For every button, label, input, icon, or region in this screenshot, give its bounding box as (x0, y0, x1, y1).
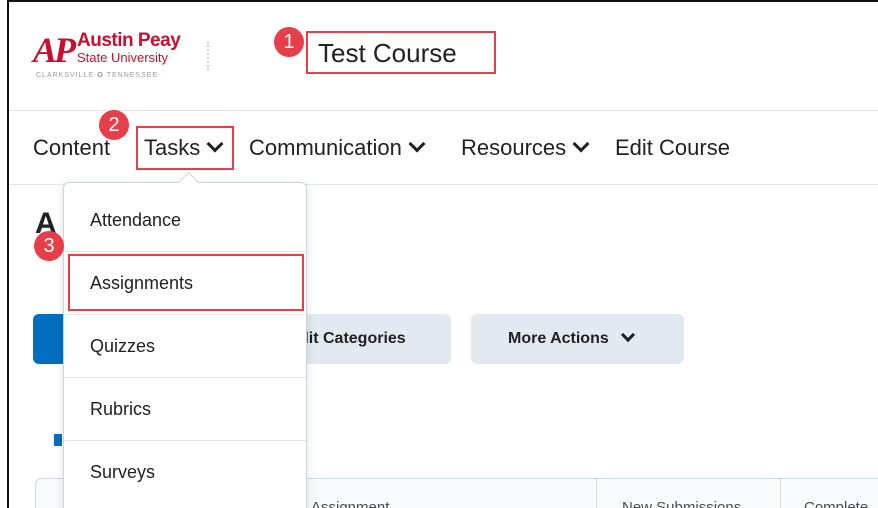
nav-resources[interactable]: Resources (461, 134, 590, 162)
step-badge-1: 1 (274, 27, 304, 57)
header-divider (207, 42, 209, 70)
nav-communication[interactable]: Communication (249, 134, 426, 162)
nav-communication-label: Communication (249, 135, 402, 160)
edit-categories-label: dit Categories (299, 330, 406, 347)
course-title[interactable]: Test Course (306, 31, 496, 74)
logo-mark: AP (33, 30, 76, 70)
chevron-down-icon (408, 135, 426, 153)
assignments-highlight (68, 254, 304, 311)
more-actions-button[interactable]: More Actions (471, 314, 684, 364)
table-header-new-submissions[interactable]: New Submissions (622, 499, 741, 508)
table-header-assignment[interactable]: Assignment (311, 499, 389, 508)
menu-item-label: Rubrics (90, 399, 152, 419)
nav-edit-course-label: Edit Course (615, 135, 730, 160)
logo-name: Austin Peay (77, 30, 181, 51)
menu-item-rubrics[interactable]: Rubrics (64, 378, 306, 440)
menu-item-quizzes[interactable]: Quizzes (64, 315, 306, 377)
nav-edit-course[interactable]: Edit Course (615, 134, 730, 162)
menu-item-attendance[interactable]: Attendance (64, 189, 306, 251)
university-logo[interactable]: AP Austin Peay State University CLARKSVI… (33, 30, 193, 79)
chevron-down-icon (206, 135, 224, 153)
browser-frame: AP Austin Peay State University CLARKSVI… (7, 0, 878, 508)
column-separator (780, 479, 781, 508)
menu-item-label: Attendance (90, 210, 182, 230)
menu-item-label: Surveys (90, 462, 156, 482)
logo-tagline: CLARKSVILLE ✪ TENNESSEE (36, 72, 159, 79)
table-header-complete[interactable]: Complete (804, 499, 868, 508)
nav-content-label: Content (33, 135, 111, 160)
chevron-down-icon (620, 327, 635, 343)
header-divider-line (9, 110, 878, 111)
menu-item-label: Quizzes (90, 336, 156, 356)
nav-content[interactable]: Content (33, 134, 110, 162)
menu-item-surveys[interactable]: Surveys (64, 441, 306, 503)
step-badge-3: 3 (34, 231, 64, 261)
nav-resources-label: Resources (461, 135, 567, 160)
column-separator (596, 479, 597, 508)
tasks-dropdown-menu: Attendance Assignments Quizzes Rubrics S… (63, 171, 307, 508)
nav-tasks-label: Tasks (144, 135, 201, 160)
more-actions-label: More Actions (508, 330, 609, 347)
chevron-down-icon (572, 135, 590, 153)
nav-tasks[interactable]: Tasks (144, 134, 224, 162)
sort-icon[interactable] (54, 434, 62, 446)
step-badge-2: 2 (99, 110, 129, 140)
logo-subtitle: State University (77, 50, 169, 65)
